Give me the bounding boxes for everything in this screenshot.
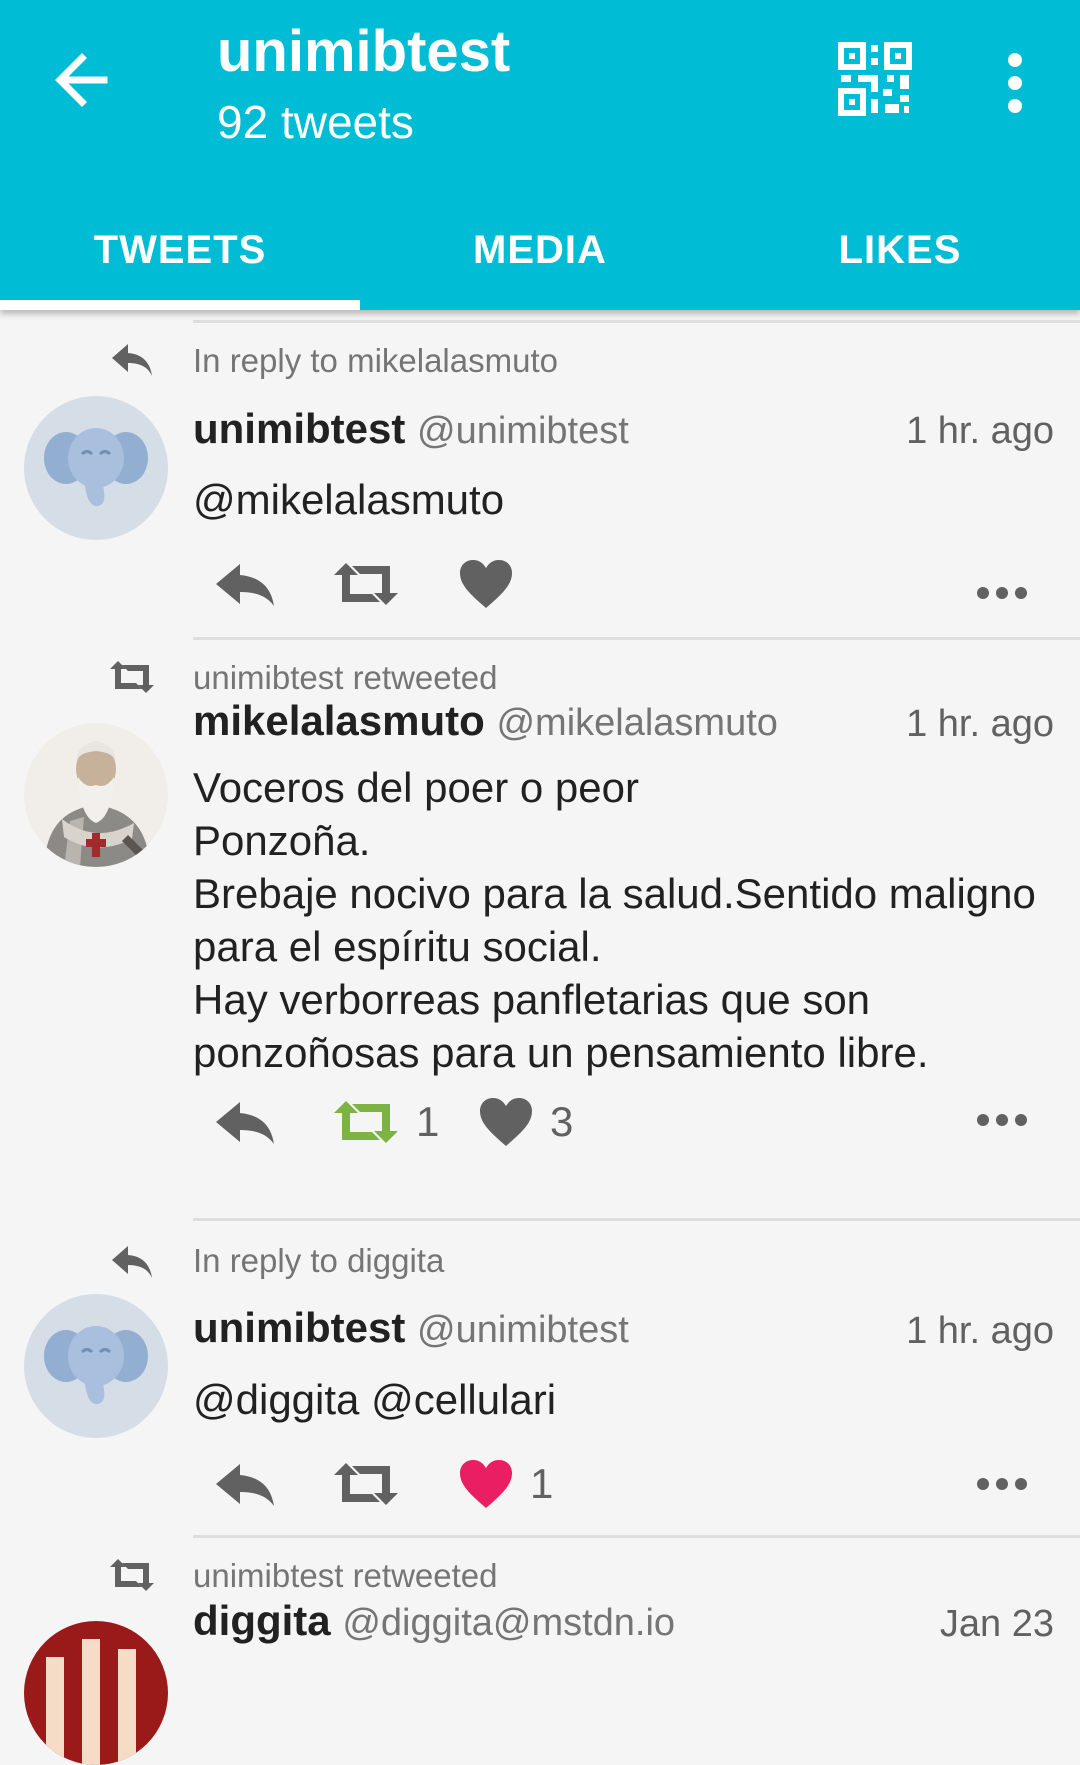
username-handle: @unimibtest — [417, 1309, 629, 1351]
author-line[interactable]: unimibtest @unimibtest — [193, 405, 629, 453]
reply-icon — [112, 344, 152, 376]
like-button[interactable]: 3 — [478, 1092, 573, 1152]
retweet-button[interactable]: 1 — [332, 1092, 439, 1152]
avatar[interactable] — [24, 1294, 168, 1438]
more-horizontal-icon[interactable] — [975, 578, 1029, 608]
elephant-avatar-icon — [24, 396, 168, 540]
avatar[interactable] — [24, 1621, 168, 1765]
tweet-count: 92 tweets — [217, 96, 414, 148]
retweet-icon — [334, 1101, 398, 1143]
reply-button[interactable] — [212, 1092, 278, 1152]
retweet-count: 1 — [416, 1098, 440, 1145]
timestamp: 1 hr. ago — [906, 703, 1054, 745]
timestamp: Jan 23 — [939, 1603, 1054, 1645]
retweet-icon — [334, 1463, 398, 1505]
divider — [193, 637, 1080, 640]
like-button[interactable] — [458, 554, 514, 614]
like-count: 3 — [550, 1098, 574, 1145]
qr-code-button[interactable] — [838, 42, 912, 116]
display-name: unimibtest — [193, 405, 406, 452]
retweet-icon — [110, 661, 154, 693]
diggita-logo-avatar — [24, 1621, 168, 1765]
qr-code-icon — [838, 42, 912, 116]
reply-button[interactable] — [212, 554, 278, 614]
tab-tweets[interactable]: TWEETS — [0, 190, 360, 310]
retweet-button[interactable] — [332, 554, 400, 614]
retweet-button[interactable] — [332, 1454, 400, 1514]
profile-title: unimibtest — [217, 19, 511, 84]
tweet-text[interactable]: @mikelalasmuto — [193, 473, 1043, 526]
username-handle: @unimibtest — [417, 410, 629, 452]
retweet-context[interactable]: unimibtest retweeted — [193, 659, 498, 697]
reply-icon — [216, 1464, 274, 1506]
display-name: unimibtest — [193, 1304, 406, 1351]
app-bar: unimibtest 92 tweets TWEETS MEDIA LIKES — [0, 0, 1080, 310]
divider — [193, 1535, 1080, 1538]
reply-icon — [112, 1246, 152, 1278]
tab-media[interactable]: MEDIA — [360, 190, 720, 310]
arrow-left-icon — [55, 53, 108, 107]
username-handle: @mikelalasmuto — [496, 702, 778, 744]
like-count: 1 — [530, 1460, 554, 1507]
avatar[interactable] — [24, 723, 168, 867]
author-line[interactable]: mikelalasmuto @mikelalasmuto — [193, 697, 778, 745]
author-line[interactable]: unimibtest @unimibtest — [193, 1304, 629, 1352]
overflow-menu-button[interactable] — [995, 48, 1035, 118]
elephant-avatar-icon — [24, 1294, 168, 1438]
tab-likes[interactable]: LIKES — [720, 190, 1080, 310]
heart-icon — [480, 1098, 532, 1146]
tweet-text[interactable]: Voceros del poer o peor Ponzoña. Brebaje… — [193, 761, 1043, 1079]
timestamp: 1 hr. ago — [906, 1310, 1054, 1352]
reply-context[interactable]: In reply to mikelalasmuto — [193, 342, 558, 380]
retweet-context[interactable]: unimibtest retweeted — [193, 1557, 498, 1595]
author-line[interactable]: diggita @diggita@mstdn.io — [193, 1597, 675, 1645]
back-button[interactable] — [50, 40, 120, 120]
reply-icon — [216, 564, 274, 606]
profile-tabs: TWEETS MEDIA LIKES — [0, 190, 1080, 310]
more-horizontal-icon[interactable] — [975, 1105, 1029, 1135]
reply-context[interactable]: In reply to diggita — [193, 1242, 444, 1280]
avatar[interactable] — [24, 396, 168, 540]
reply-icon — [216, 1102, 274, 1144]
heart-icon — [460, 1460, 512, 1508]
timestamp: 1 hr. ago — [906, 410, 1054, 452]
divider — [193, 320, 1080, 323]
divider — [193, 1218, 1080, 1221]
like-button[interactable]: 1 — [458, 1454, 553, 1514]
reply-button[interactable] — [212, 1454, 278, 1514]
more-horizontal-icon[interactable] — [975, 1469, 1029, 1499]
username-handle: @diggita@mstdn.io — [342, 1602, 676, 1644]
display-name: mikelalasmuto — [193, 697, 485, 744]
display-name: diggita — [193, 1597, 331, 1644]
tweet-text[interactable]: @diggita @cellulari — [193, 1373, 1043, 1426]
knight-portrait-avatar — [24, 723, 168, 867]
heart-icon — [460, 560, 512, 608]
retweet-icon — [334, 563, 398, 605]
retweet-icon — [110, 1559, 154, 1591]
more-vertical-icon — [1008, 53, 1022, 113]
